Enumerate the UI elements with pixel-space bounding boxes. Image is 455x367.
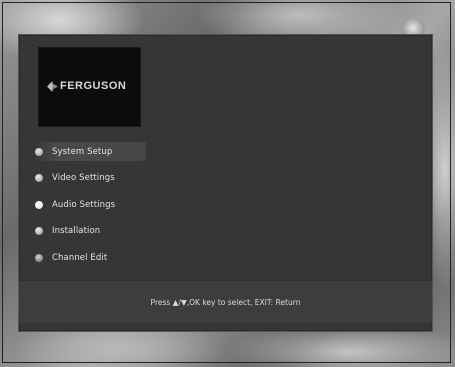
help-bar: Press ▲/▼,OK key to select, EXIT: Return xyxy=(19,280,432,323)
menu-item-video-settings[interactable]: Video Settings xyxy=(34,169,194,188)
menu-item-system-setup[interactable]: System Setup xyxy=(34,142,146,161)
menu-item-label: Installation xyxy=(52,226,101,236)
menu-item-installation[interactable]: Installation xyxy=(34,222,194,241)
menu-item-label: System Setup xyxy=(52,146,113,157)
menu-item-channel-edit[interactable]: Channel Edit xyxy=(34,248,194,267)
ferguson-logo-icon xyxy=(47,81,58,92)
help-text: Press ▲/▼,OK key to select, EXIT: Return xyxy=(150,297,301,307)
brand-logo: FERGUSON xyxy=(38,47,141,127)
bullet-icon xyxy=(35,227,43,235)
menu-item-label: Video Settings xyxy=(52,173,115,183)
menu-item-label: Channel Edit xyxy=(52,252,108,263)
bullet-icon xyxy=(35,174,43,182)
main-menu-panel: FERGUSON System Setup Video Settings Aud… xyxy=(18,34,433,332)
menu-item-audio-settings[interactable]: Audio Settings xyxy=(34,195,194,214)
main-menu: System Setup Video Settings Audio Settin… xyxy=(34,142,194,275)
menu-item-label: Audio Settings xyxy=(52,199,116,210)
bullet-icon xyxy=(35,253,43,262)
bullet-icon xyxy=(35,147,43,156)
brand-logo-text: FERGUSON xyxy=(60,80,127,92)
bullet-icon xyxy=(35,200,43,209)
